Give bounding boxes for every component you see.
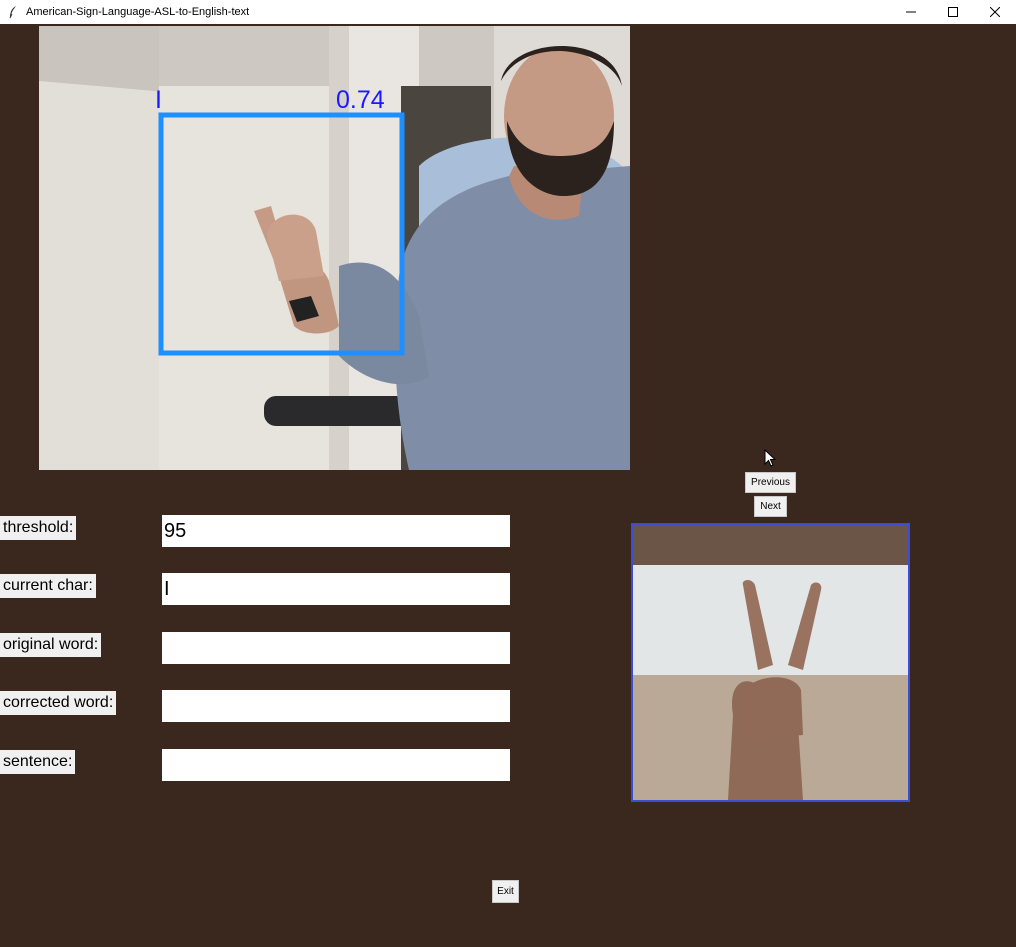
original-word-input[interactable] xyxy=(162,632,510,664)
maximize-button[interactable] xyxy=(932,0,974,24)
window-controls xyxy=(890,0,1016,24)
next-button[interactable]: Next xyxy=(754,496,787,517)
current-char-label: current char: xyxy=(0,574,96,598)
maximize-icon xyxy=(948,7,958,17)
camera-feed: I 0.74 xyxy=(39,26,630,470)
detection-overlay xyxy=(158,112,405,356)
sentence-input[interactable] xyxy=(162,749,510,781)
close-button[interactable] xyxy=(974,0,1016,24)
previous-button[interactable]: Previous xyxy=(745,472,796,493)
detection-box xyxy=(158,112,405,356)
title-bar: American-Sign-Language-ASL-to-English-te… xyxy=(0,0,1016,24)
detection-confidence-label: 0.74 xyxy=(336,86,385,114)
original-word-label: original word: xyxy=(0,633,102,657)
threshold-label: threshold: xyxy=(0,516,77,540)
minimize-icon xyxy=(906,11,916,13)
detection-class-label: I xyxy=(155,86,162,114)
reference-scene xyxy=(633,525,908,800)
minimize-button[interactable] xyxy=(890,0,932,24)
corrected-word-input[interactable] xyxy=(162,690,510,722)
corrected-word-label: corrected word: xyxy=(0,691,117,715)
close-icon xyxy=(990,7,1000,17)
feather-icon xyxy=(8,5,20,19)
threshold-input[interactable]: 95 xyxy=(162,515,510,547)
sentence-label: sentence: xyxy=(0,750,76,774)
mouse-cursor-icon xyxy=(764,449,776,467)
window-title: American-Sign-Language-ASL-to-English-te… xyxy=(26,6,250,18)
exit-button[interactable]: Exit xyxy=(492,880,519,903)
current-char-input[interactable]: I xyxy=(162,573,510,605)
reference-sign-image xyxy=(631,523,910,802)
